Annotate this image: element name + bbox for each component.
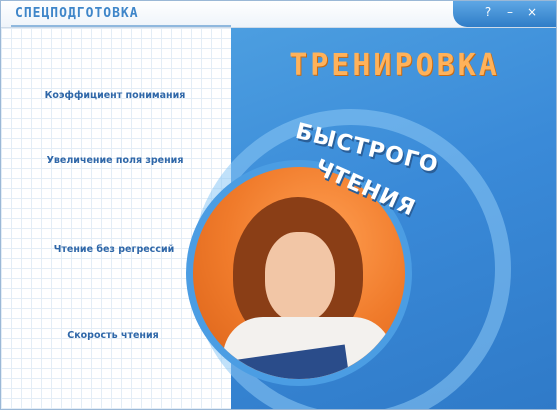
help-icon[interactable]: ? [481, 5, 495, 21]
minimize-icon[interactable]: – [503, 5, 517, 21]
title-underline [11, 25, 231, 27]
menu-item-visual-field[interactable]: Увеличение поля зрения [1, 155, 230, 166]
menu-pane: Коэффициент понимания Увеличение поля зр… [1, 28, 231, 409]
banner-heading-training: ТРЕНИРОВКА [289, 48, 500, 83]
photo-face [265, 232, 335, 322]
close-icon[interactable]: × [525, 5, 539, 21]
menu-item-reading-speed[interactable]: Скорость чтения [1, 330, 228, 341]
window-controls: ? – × [453, 1, 556, 27]
menu-item-comprehension[interactable]: Коэффициент понимания [1, 90, 230, 101]
app-window: СПЕЦПОДГОТОВКА ? – × Коэффициент пониман… [0, 0, 557, 410]
title-bar: СПЕЦПОДГОТОВКА ? – × [1, 1, 556, 28]
window-title: СПЕЦПОДГОТОВКА [15, 6, 139, 21]
